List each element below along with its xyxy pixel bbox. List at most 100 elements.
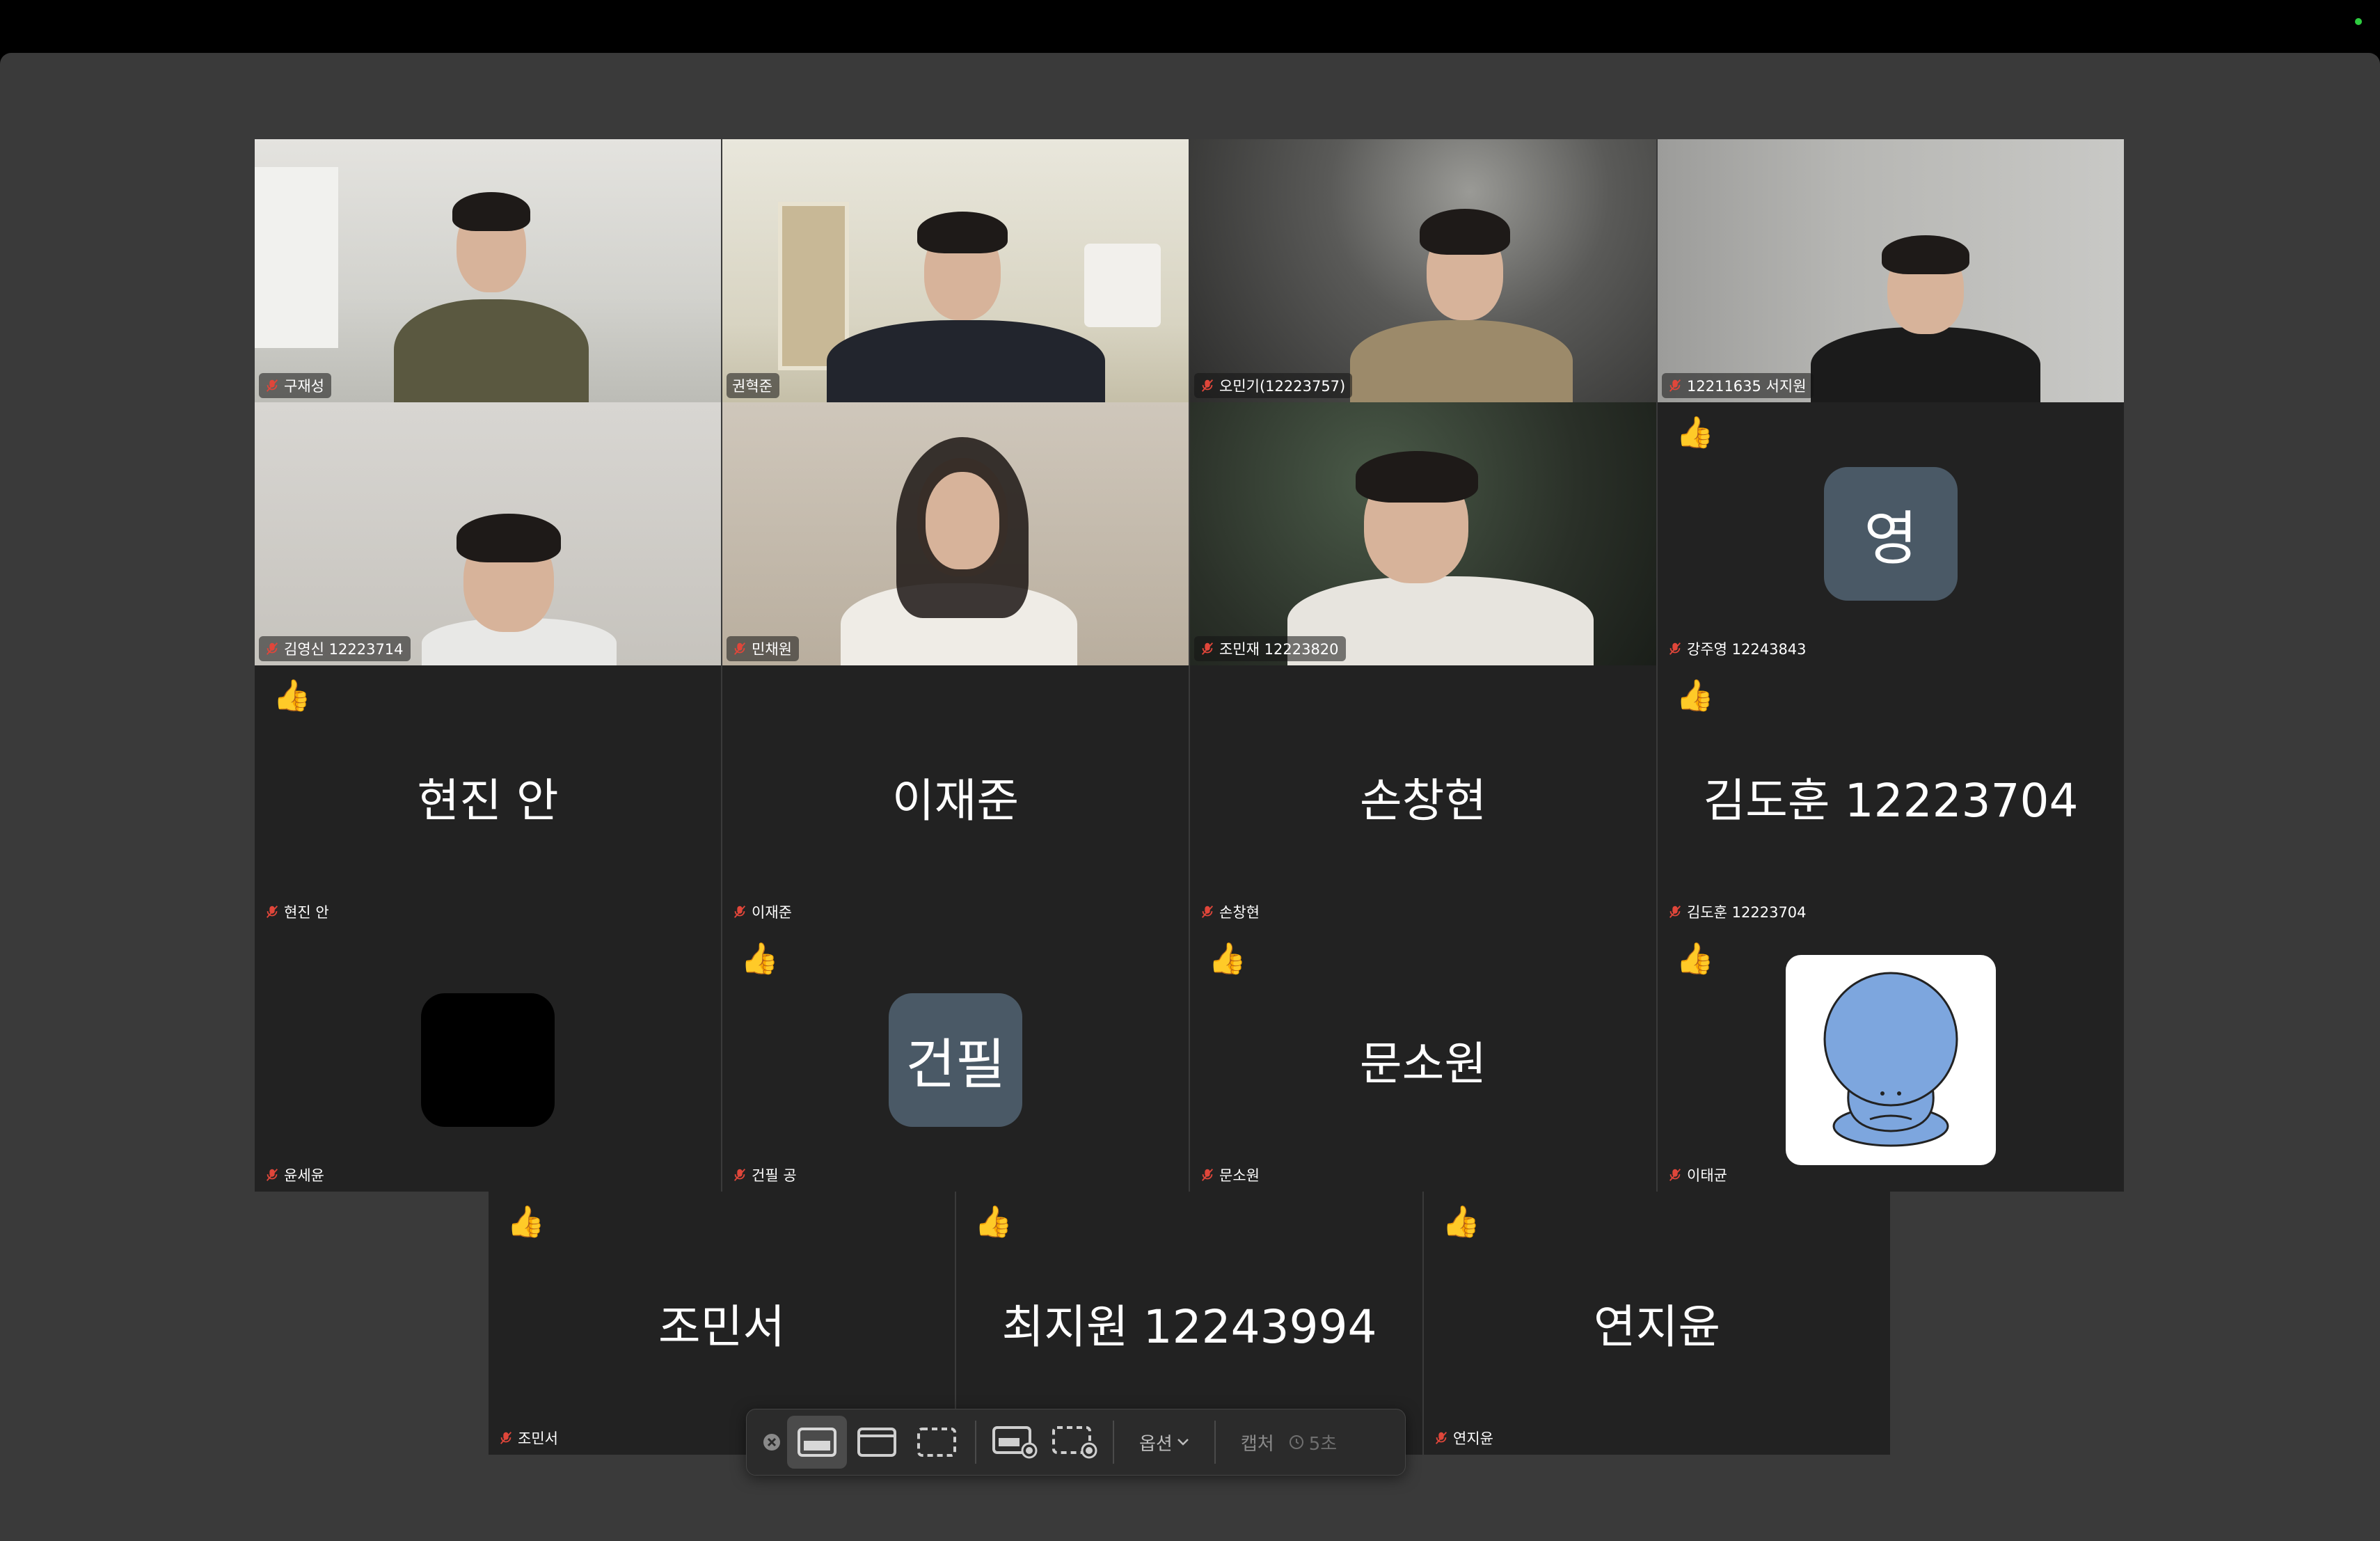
participant-name-tag: 이재준: [727, 899, 799, 924]
thumbs-up-reaction-icon: 👍: [1442, 1204, 1480, 1240]
toolbar-divider: [975, 1421, 976, 1464]
participant-avatar: 영: [1824, 467, 1958, 601]
participant-tile[interactable]: 윤세윤: [255, 928, 721, 1192]
participant-tile[interactable]: 김영신 12223714: [255, 402, 721, 665]
participant-avatar: 건필: [889, 993, 1022, 1127]
participant-tile[interactable]: 👍 연지윤 연지윤: [1424, 1192, 1890, 1455]
thumbs-up-reaction-icon: 👍: [1676, 678, 1714, 713]
capture-window-button[interactable]: [847, 1416, 907, 1469]
participant-display-name: 조민서: [658, 1300, 786, 1354]
close-button[interactable]: [756, 1416, 787, 1469]
capture-selection-button[interactable]: [907, 1416, 967, 1469]
participant-name: 오민기(12223757): [1219, 378, 1346, 395]
mic-muted-icon: [733, 642, 746, 655]
participant-name-tag: 구재성: [259, 373, 331, 398]
participant-video: [1190, 402, 1656, 665]
participant-name-tag: 조민재 12223820: [1194, 636, 1346, 661]
participant-tile[interactable]: 👍 영 강주영 12243843: [1658, 402, 2124, 665]
participant-tile[interactable]: 12211635 서지원: [1658, 139, 2124, 402]
mic-muted-icon: [1669, 379, 1681, 392]
participant-name: 이태균: [1687, 1167, 1727, 1184]
mic-muted-icon: [733, 1169, 746, 1181]
thumbs-up-reaction-icon: 👍: [1676, 415, 1714, 450]
participant-name: 건필 공: [752, 1167, 797, 1184]
mic-muted-icon: [733, 906, 746, 918]
avatar-initial: 영: [1864, 504, 1918, 573]
participant-video: [255, 139, 721, 402]
toolbar-divider: [1113, 1421, 1114, 1464]
mic-muted-icon: [1201, 379, 1214, 392]
mic-muted-icon: [1669, 1169, 1681, 1181]
participant-name-tag: 오민기(12223757): [1194, 373, 1353, 398]
participant-video: [1658, 139, 2124, 402]
participant-tile[interactable]: 조민재 12223820: [1190, 402, 1656, 665]
capture-button[interactable]: 캡처 5초: [1224, 1430, 1354, 1455]
participant-name-tag: 손창현: [1194, 899, 1267, 924]
participant-tile[interactable]: 오민기(12223757): [1190, 139, 1656, 402]
participant-video: [722, 402, 1189, 665]
capture-label: 캡처: [1240, 1433, 1274, 1455]
participant-display-name: 현진 안: [417, 774, 559, 828]
participant-name: 구재성: [284, 378, 324, 395]
participant-name: 손창현: [1219, 904, 1260, 921]
participant-tile-active-speaker[interactable]: 권혁준: [722, 139, 1189, 402]
participant-tile[interactable]: 이재준 이재준: [722, 665, 1189, 928]
avatar-initial: 건필: [905, 1034, 1006, 1096]
participant-tile[interactable]: 손창현 손창현: [1190, 665, 1656, 928]
participant-name: 민채원: [752, 641, 792, 658]
participant-name-tag: 이태균: [1662, 1162, 1734, 1187]
options-dropdown[interactable]: 옵션: [1122, 1430, 1206, 1455]
participant-display-name: 김도훈 12223704: [1703, 774, 2079, 828]
participant-name-tag: 현진 안: [259, 899, 336, 924]
screenshot-toolbar: 옵션 캡처 5초: [746, 1409, 1406, 1476]
mic-muted-icon: [1201, 1169, 1214, 1181]
record-entire-screen-button[interactable]: [985, 1416, 1045, 1469]
participant-name: 이재준: [752, 904, 792, 921]
participant-name: 조민서: [518, 1430, 558, 1447]
capture-entire-screen-button[interactable]: [787, 1416, 847, 1469]
participant-name-tag: 강주영 12243843: [1662, 636, 1814, 661]
participant-name: 문소원: [1219, 1167, 1260, 1184]
participant-name-tag: 조민서: [493, 1425, 565, 1451]
participant-tile[interactable]: 구재성: [255, 139, 721, 402]
participant-name: 강주영 12243843: [1687, 641, 1807, 658]
participant-name-tag: 민채원: [727, 636, 799, 661]
participant-name: 김영신 12223714: [284, 641, 404, 658]
mic-muted-icon: [266, 1169, 278, 1181]
participant-name-tag: 윤세윤: [259, 1162, 331, 1187]
participant-name: 12211635 서지원: [1687, 378, 1807, 395]
mic-muted-icon: [1201, 642, 1214, 655]
participant-name-tag: 권혁준: [727, 373, 779, 398]
camera-indicator-icon: [2355, 18, 2362, 25]
mic-muted-icon: [1201, 906, 1214, 918]
mic-muted-icon: [1669, 642, 1681, 655]
participant-display-name: 문소원: [1359, 1037, 1487, 1091]
mic-muted-icon: [1435, 1432, 1447, 1444]
thumbs-up-reaction-icon: 👍: [273, 678, 311, 713]
participant-tile[interactable]: 👍 현진 안 현진 안: [255, 665, 721, 928]
participant-name-tag: 연지윤: [1428, 1425, 1500, 1451]
participant-video: [255, 402, 721, 665]
participant-tile[interactable]: 👍 이태균: [1658, 928, 2124, 1192]
participant-name: 조민재 12223820: [1219, 641, 1339, 658]
participant-display-name: 손창현: [1359, 774, 1487, 828]
participant-tile[interactable]: 👍 김도훈 12223704 김도훈 12223704: [1658, 665, 2124, 928]
participant-display-name: 연지윤: [1593, 1300, 1721, 1354]
participant-name: 권혁준: [732, 378, 772, 395]
participant-avatar: [421, 993, 555, 1127]
entire-screen-icon: [798, 1428, 836, 1457]
record-selection-button[interactable]: [1045, 1416, 1104, 1469]
participant-tile[interactable]: 👍 문소원 문소원: [1190, 928, 1656, 1192]
participant-name-tag: 건필 공: [727, 1162, 804, 1187]
thumbs-up-reaction-icon: 👍: [740, 941, 779, 977]
thumbs-up-reaction-icon: 👍: [1208, 941, 1246, 977]
record-selection-icon: [1052, 1426, 1097, 1459]
participant-tile[interactable]: 👍 건필 건필 공: [722, 928, 1189, 1192]
mic-muted-icon: [266, 379, 278, 392]
mic-muted-icon: [266, 906, 278, 918]
participant-name: 연지윤: [1453, 1430, 1493, 1447]
participant-video: [1190, 139, 1656, 402]
close-icon: [763, 1434, 780, 1451]
participant-name-tag: 문소원: [1194, 1162, 1267, 1187]
participant-tile[interactable]: 민채원: [722, 402, 1189, 665]
